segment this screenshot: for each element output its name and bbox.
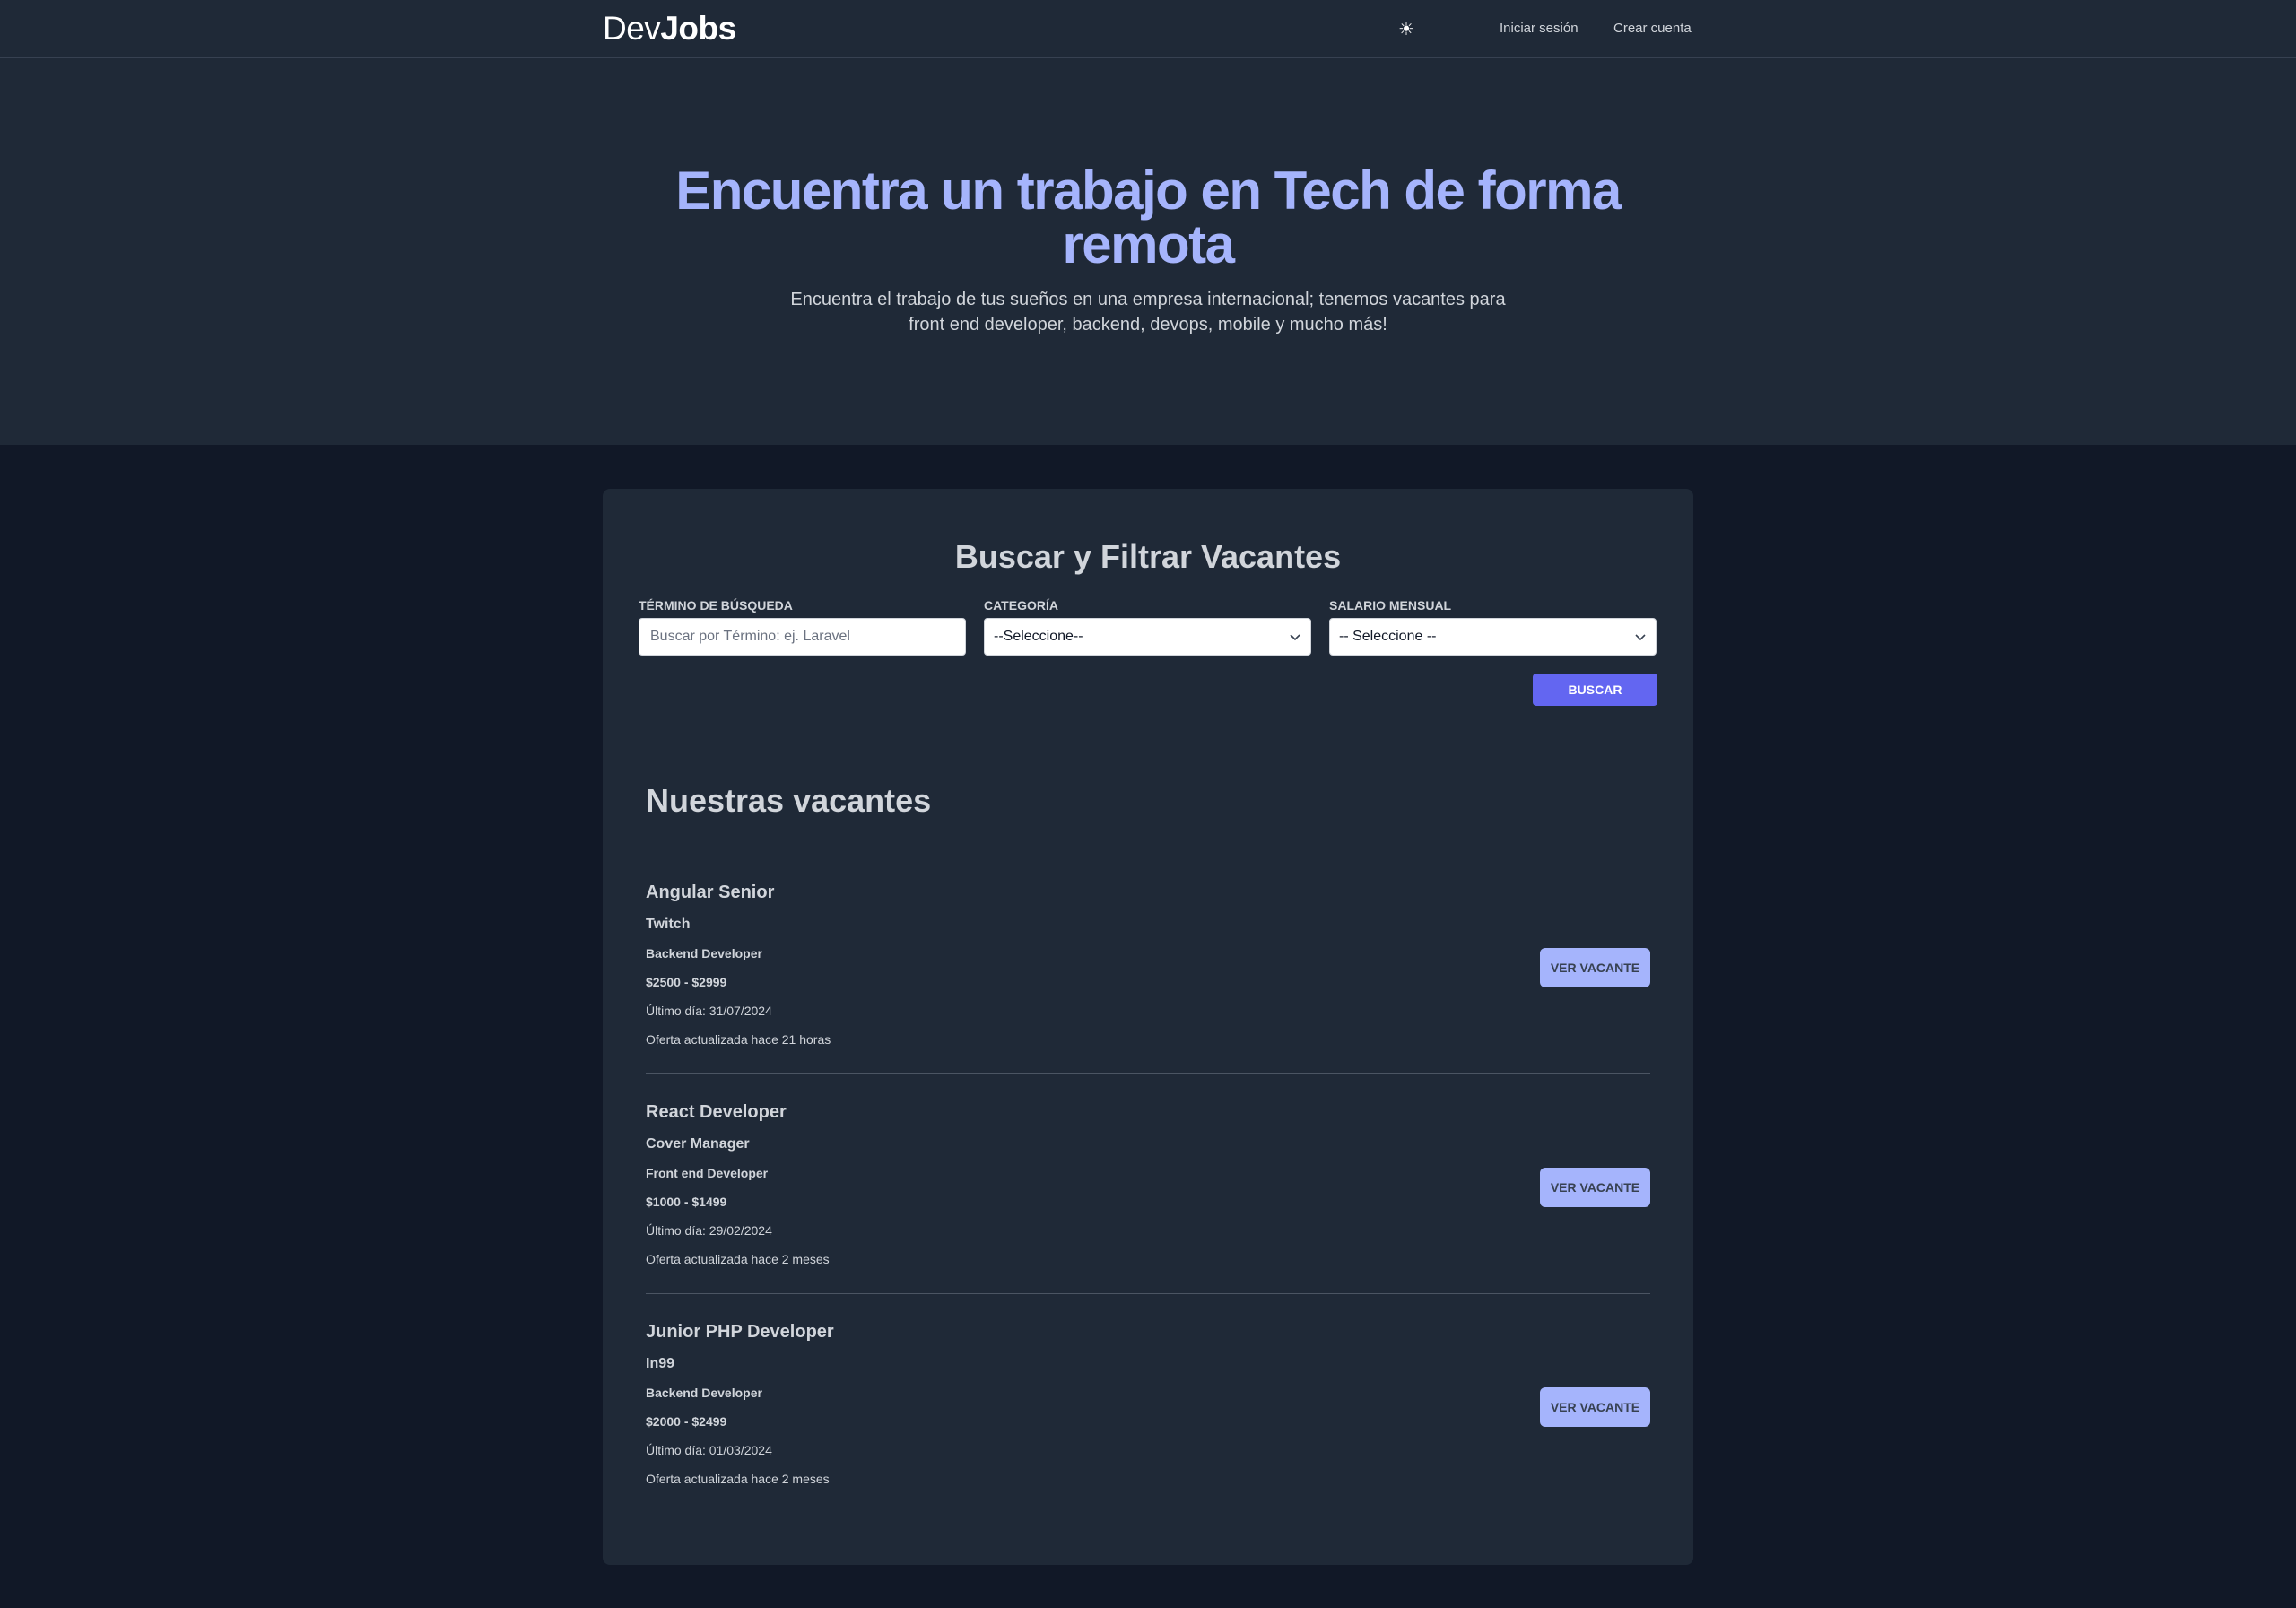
chevron-down-icon	[1635, 634, 1646, 641]
hero-section: Encuentra un trabajo en Tech de forma re…	[0, 58, 2296, 445]
search-term-label: Término de búsqueda	[639, 598, 793, 613]
job-listing: Angular Senior Twitch Backend Developer …	[646, 855, 1650, 1074]
sun-icon: ☀	[1398, 19, 1414, 39]
category-select[interactable]: --Seleccione--	[984, 618, 1311, 656]
job-deadline: Último día: 31/07/2024	[646, 1004, 772, 1018]
job-salary: $1000 - $1499	[646, 1195, 727, 1209]
job-title[interactable]: React Developer	[646, 1100, 787, 1125]
job-listing: React Developer Cover Manager Front end …	[646, 1074, 1650, 1294]
jobs-section-title: Nuestras vacantes	[646, 782, 932, 819]
job-deadline: Último día: 29/02/2024	[646, 1223, 772, 1238]
login-link[interactable]: Iniciar sesión	[1500, 20, 1578, 38]
job-salary: $2000 - $2499	[646, 1414, 727, 1429]
job-updated: Oferta actualizada hace 2 meses	[646, 1472, 830, 1486]
job-updated: Oferta actualizada hace 21 horas	[646, 1032, 831, 1047]
category-selected-value: --Seleccione--	[994, 629, 1083, 644]
top-navbar: DevJobs ☀ Iniciar sesión Crear cuenta	[0, 0, 2296, 58]
logo-text-dev: Dev	[603, 10, 661, 47]
search-button[interactable]: Buscar	[1533, 674, 1657, 706]
logo[interactable]: DevJobs	[603, 11, 736, 47]
job-updated: Oferta actualizada hace 2 meses	[646, 1252, 830, 1266]
theme-toggle-sun-icon[interactable]: ☀	[1396, 15, 1417, 42]
job-title[interactable]: Junior PHP Developer	[646, 1319, 834, 1344]
hero-subtitle: Encuentra el trabajo de tus sueños en un…	[790, 290, 1506, 335]
view-job-button[interactable]: Ver Vacante	[1540, 1168, 1650, 1207]
job-category: Backend Developer	[646, 946, 762, 960]
job-company: In99	[646, 1356, 675, 1371]
job-listing: Junior PHP Developer In99 Backend Develo…	[646, 1294, 1650, 1514]
view-job-button[interactable]: Ver Vacante	[1540, 1387, 1650, 1427]
search-input[interactable]	[639, 618, 966, 656]
job-deadline: Último día: 01/03/2024	[646, 1443, 772, 1457]
category-label: Categoría	[984, 598, 1058, 613]
filter-title: Buscar y Filtrar Vacantes	[954, 538, 1342, 575]
job-company: Twitch	[646, 917, 691, 932]
view-job-button[interactable]: Ver Vacante	[1540, 948, 1650, 987]
hero-title: Encuentra un trabajo en Tech de forma re…	[675, 161, 1622, 274]
salary-select[interactable]: -- Seleccione --	[1329, 618, 1657, 656]
job-category: Front end Developer	[646, 1166, 769, 1180]
salary-selected-value: -- Seleccione --	[1339, 629, 1437, 644]
job-category: Backend Developer	[646, 1386, 762, 1400]
register-link[interactable]: Crear cuenta	[1613, 20, 1692, 38]
job-title[interactable]: Angular Senior	[646, 880, 774, 905]
job-salary: $2500 - $2999	[646, 975, 727, 989]
logo-text-jobs: Jobs	[660, 10, 736, 47]
jobs-panel: Buscar y Filtrar Vacantes Término de bús…	[603, 489, 1693, 1565]
job-company: Cover Manager	[646, 1136, 750, 1152]
salary-label: Salario Mensual	[1329, 598, 1452, 613]
chevron-down-icon	[1290, 634, 1300, 641]
